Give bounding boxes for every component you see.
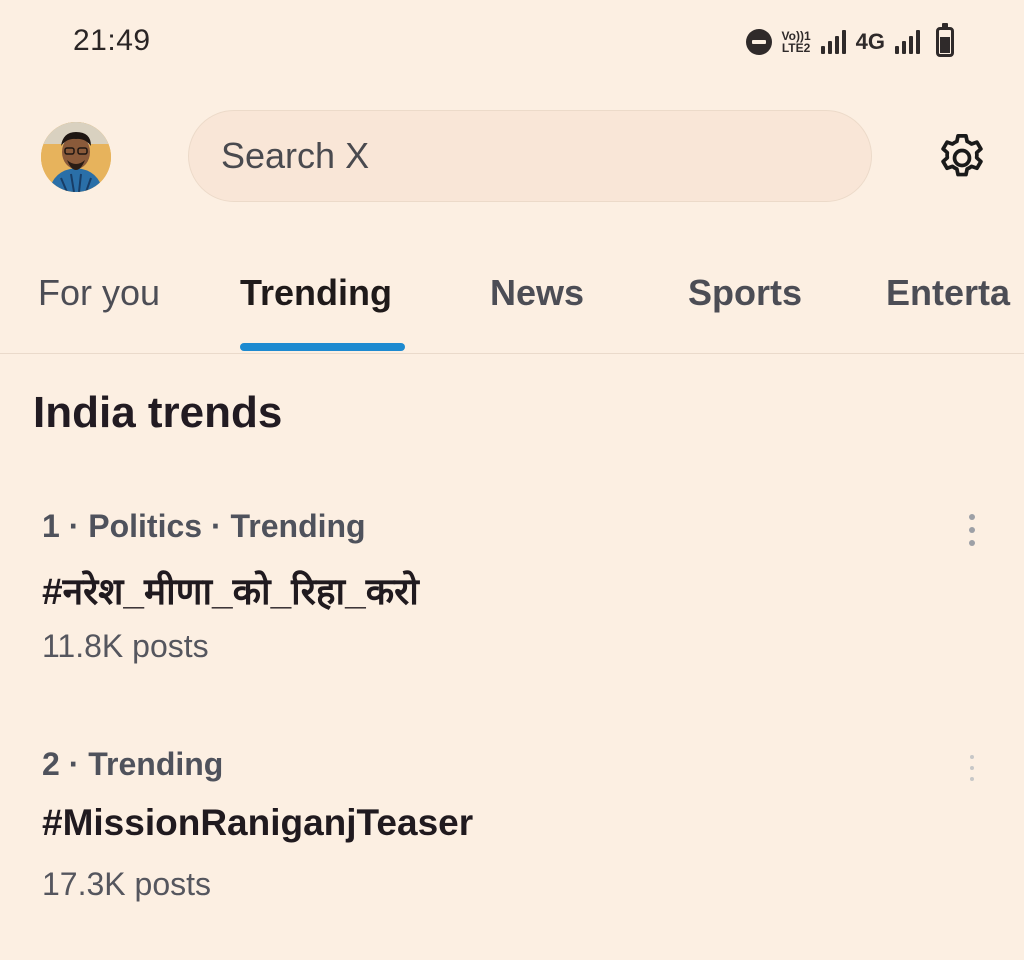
battery-icon [936,23,954,57]
tab-news[interactable]: News [490,272,584,314]
settings-button[interactable] [932,128,992,188]
more-options-button[interactable] [955,508,989,552]
trend-meta: 2 · Trending [42,746,224,782]
section-title: India trends [33,388,283,437]
tab-bar: For you Trending News Sports Enterta [0,250,1024,354]
status-icons: Vo))1 LTE2 4G [745,22,954,62]
gear-icon [941,133,983,177]
active-tab-indicator [240,343,405,351]
signal-icon [895,30,920,54]
search-input[interactable]: Search X [188,110,872,202]
do-not-disturb-icon [745,29,772,55]
trend-item[interactable]: 2 · Trending #MissionRaniganjTeaser 17.3… [0,746,1024,946]
tab-trending[interactable]: Trending [240,272,392,314]
trend-title[interactable]: #नरेश_मीणा_को_रिहा_करो [42,564,419,615]
trend-meta: 1 · Politics · Trending [42,508,366,544]
search-placeholder: Search X [221,135,370,176]
tab-sports[interactable]: Sports [688,272,802,314]
tab-for-you[interactable]: For you [38,272,160,314]
volte-bottom-label: LTE2 [781,41,811,55]
volte-icon: Vo))1 LTE2 [782,30,811,54]
status-time: 21:49 [73,24,151,57]
tab-entertainment[interactable]: Enterta [886,272,1010,314]
trend-title[interactable]: #MissionRaniganjTeaser [42,802,473,844]
trend-post-count: 11.8K posts [42,628,209,664]
avatar[interactable] [41,122,111,192]
signal-icon [820,30,846,54]
trend-item[interactable]: 1 · Politics · Trending #नरेश_मीणा_को_रि… [0,508,1024,708]
trend-post-count: 17.3K posts [42,866,211,902]
profile-avatar-icon [41,122,111,192]
more-options-button[interactable] [955,746,989,790]
network-4g-icon: 4G [855,29,885,54]
status-bar: 21:49 Vo))1 LTE2 4G [0,0,1024,84]
